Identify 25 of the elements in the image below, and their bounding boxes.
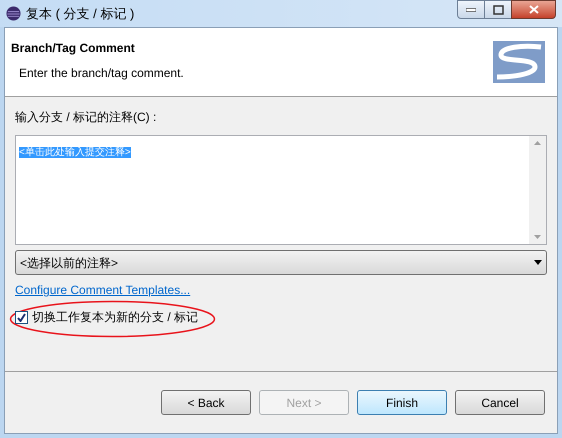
wizard-banner-icon [493,41,545,83]
dialog-button[interactable]: Cancel [455,390,545,415]
app-icon [6,6,21,21]
window-title: 复本 ( 分支 / 标记 ) [26,4,134,23]
checkmark-icon [17,312,26,322]
switch-checkbox-label: 切换工作复本为新的分支 / 标记 [32,309,198,326]
maximize-icon [492,4,504,14]
comment-label: 输入分支 / 标记的注释(C) : [15,109,158,126]
close-button[interactable] [511,0,556,19]
maximize-button[interactable] [485,0,511,19]
page-title: Branch/Tag Comment [11,40,136,57]
close-icon [528,5,538,14]
minimize-button[interactable] [457,0,485,19]
dialog-button[interactable]: Finish [357,390,447,415]
minimize-icon [466,8,476,12]
page-description: Enter the branch/tag comment. [19,65,185,82]
configure-templates-link[interactable]: Configure Comment Templates... [15,281,190,299]
switch-checkbox[interactable] [15,310,28,324]
scroll-down-icon [534,235,541,239]
dropdown-caret-icon [534,260,542,265]
scrollbar[interactable] [529,136,546,244]
dialog-button[interactable]: < Back [161,390,251,415]
comment-text: <单击此处输入提交注释> [19,147,131,158]
previous-comments-dropdown[interactable]: <选择以前的注释> [15,250,547,275]
scroll-up-icon [534,141,541,145]
